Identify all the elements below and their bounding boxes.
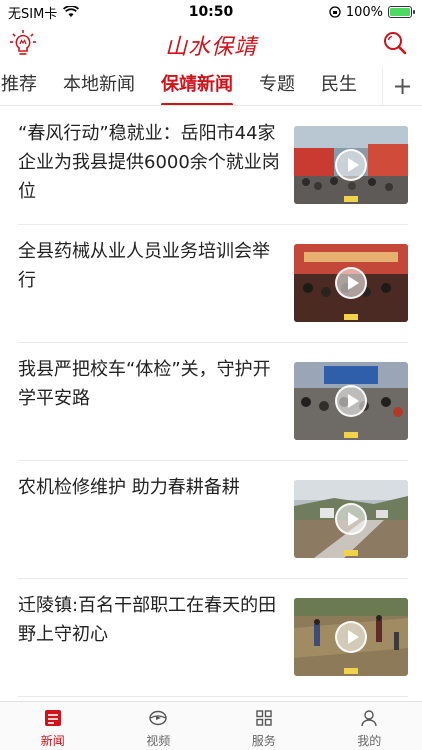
play-icon[interactable]: [335, 267, 367, 299]
news-title[interactable]: 迁陵镇:百名干部职工在春天的田野上守初心: [18, 591, 280, 649]
brand-logo: 山水保靖: [164, 35, 257, 60]
grid-icon: [256, 710, 272, 726]
news-thumbnail[interactable]: [294, 362, 408, 440]
news-item[interactable]: 迁陵镇:百名干部职工在春天的田野上守初心: [18, 579, 408, 697]
tabbar-label: 我的: [357, 734, 382, 748]
app-header: 山水保靖: [0, 24, 422, 66]
news-title[interactable]: 我县严把校车“体检”关，守护开学平安路: [18, 355, 280, 413]
play-icon[interactable]: [335, 149, 367, 181]
lightbulb-icon[interactable]: [10, 30, 36, 58]
play-icon[interactable]: [335, 503, 367, 535]
status-right: 100%: [329, 4, 415, 20]
orientation-lock-icon: [329, 6, 341, 18]
news-feed[interactable]: “春风行动”稳就业：岳阳市44家企业为我县提供6000余个就业岗位 全县药械从业…: [0, 107, 422, 701]
tabbar-mine[interactable]: 我的: [317, 702, 422, 750]
wifi-icon: [63, 6, 80, 17]
tab-livelihood[interactable]: 民生: [308, 66, 370, 105]
news-item[interactable]: 农机检修维护 助力春耕备耕: [18, 461, 408, 579]
news-thumbnail[interactable]: [294, 598, 408, 676]
news-thumbnail[interactable]: [294, 480, 408, 558]
tabbar-label: 服务: [251, 734, 276, 748]
battery-percent: 100%: [345, 4, 383, 20]
play-icon[interactable]: [335, 385, 367, 417]
battery-level: [390, 8, 410, 16]
bottom-tab-bar: 新闻 视频 服务 我的: [0, 701, 422, 750]
tab-baojing-news[interactable]: 保靖新闻: [148, 66, 246, 105]
news-item[interactable]: “春风行动”稳就业：岳阳市44家企业为我县提供6000余个就业岗位: [18, 107, 408, 225]
status-bar: 无SIM卡 10:50 100%: [0, 0, 422, 24]
news-thumbnail[interactable]: [294, 126, 408, 204]
news-icon: [44, 710, 61, 726]
status-left: 无SIM卡: [8, 3, 80, 22]
video-icon: [149, 710, 167, 726]
tabbar-news[interactable]: 新闻: [0, 702, 106, 750]
category-tabs: 推荐 本地新闻 保靖新闻 专题 民生 +: [0, 66, 422, 106]
profile-icon: [361, 710, 377, 727]
tabs-track: 推荐 本地新闻 保靖新闻 专题 民生: [0, 66, 370, 105]
search-icon[interactable]: [382, 30, 408, 58]
news-title[interactable]: 全县药械从业人员业务培训会举行: [18, 237, 280, 295]
news-title[interactable]: 农机检修维护 助力春耕备耕: [18, 473, 280, 502]
tab-special[interactable]: 专题: [246, 66, 308, 105]
tabbar-service[interactable]: 服务: [211, 702, 317, 750]
tab-recommend[interactable]: 推荐: [0, 66, 50, 105]
tabbar-label: 新闻: [40, 734, 65, 748]
news-item[interactable]: 我县严把校车“体检”关，守护开学平安路: [18, 343, 408, 461]
news-title[interactable]: “春风行动”稳就业：岳阳市44家企业为我县提供6000余个就业岗位: [18, 119, 280, 206]
news-item[interactable]: 全县药械从业人员业务培训会举行: [18, 225, 408, 343]
news-thumbnail[interactable]: [294, 244, 408, 322]
battery-icon: [388, 6, 415, 18]
carrier-label: 无SIM卡: [8, 6, 58, 22]
tabbar-label: 视频: [146, 734, 171, 748]
tab-local-news[interactable]: 本地新闻: [50, 66, 148, 105]
add-channel-button[interactable]: +: [382, 66, 422, 105]
play-icon[interactable]: [335, 621, 367, 653]
tabbar-video[interactable]: 视频: [106, 702, 212, 750]
